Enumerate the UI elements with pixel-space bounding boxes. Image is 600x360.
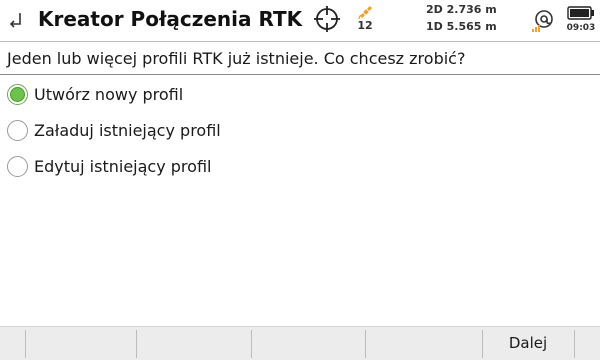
satellite-status-button[interactable] (358, 4, 374, 20)
radio-selected-dot (10, 87, 25, 102)
softkey-4[interactable] (366, 327, 482, 360)
crosshair-icon (314, 6, 340, 32)
question-divider (0, 74, 600, 75)
precision-2d[interactable]: 2D 2.736 m (426, 3, 497, 16)
rtk-wizard-screen: Kreator Połączenia RTK 12 2D 2.736 m 1D … (0, 0, 600, 360)
rtk-link-icon (532, 10, 553, 32)
softkey-1[interactable] (26, 327, 136, 360)
radio-button[interactable] (7, 156, 28, 177)
option-edit-existing-profile[interactable]: Edytuj istniejący profil (6, 154, 306, 182)
softkey-divider (574, 330, 575, 358)
softkey-2[interactable] (137, 327, 251, 360)
softkey-divider (482, 330, 483, 358)
page-title: Kreator Połączenia RTK (38, 7, 303, 31)
next-button[interactable]: Dalej (483, 327, 573, 360)
back-arrow-icon (9, 13, 21, 28)
back-button[interactable] (4, 8, 28, 32)
battery-status[interactable] (567, 5, 595, 20)
option-label: Edytuj istniejący profil (34, 157, 212, 176)
crosshair-button[interactable] (313, 5, 341, 33)
satellite-count: 12 (357, 19, 373, 32)
softkey-divider (251, 330, 252, 358)
radio-button[interactable] (7, 120, 28, 141)
softkey-divider (365, 330, 366, 358)
radio-button-selected[interactable] (7, 84, 28, 105)
header-bar: Kreator Połączenia RTK 12 2D 2.736 m 1D … (0, 0, 600, 42)
option-load-existing-profile[interactable]: Załaduj istniejący profil (6, 118, 306, 146)
softkey-divider (25, 330, 26, 358)
softkey-bar: Dalej (0, 326, 600, 360)
option-create-new-profile[interactable]: Utwórz nowy profil (6, 82, 306, 110)
softkey-divider (136, 330, 137, 358)
satellite-icon (358, 5, 373, 20)
rtk-link-button[interactable] (529, 7, 557, 35)
option-label: Utwórz nowy profil (34, 85, 184, 104)
clock-time: 09:03 (566, 23, 596, 33)
question-text: Jeden lub więcej profili RTK już istniej… (7, 49, 466, 68)
precision-1d[interactable]: 1D 5.565 m (426, 20, 497, 33)
battery-icon (567, 6, 594, 20)
option-label: Załaduj istniejący profil (34, 121, 221, 140)
softkey-3[interactable] (252, 327, 365, 360)
